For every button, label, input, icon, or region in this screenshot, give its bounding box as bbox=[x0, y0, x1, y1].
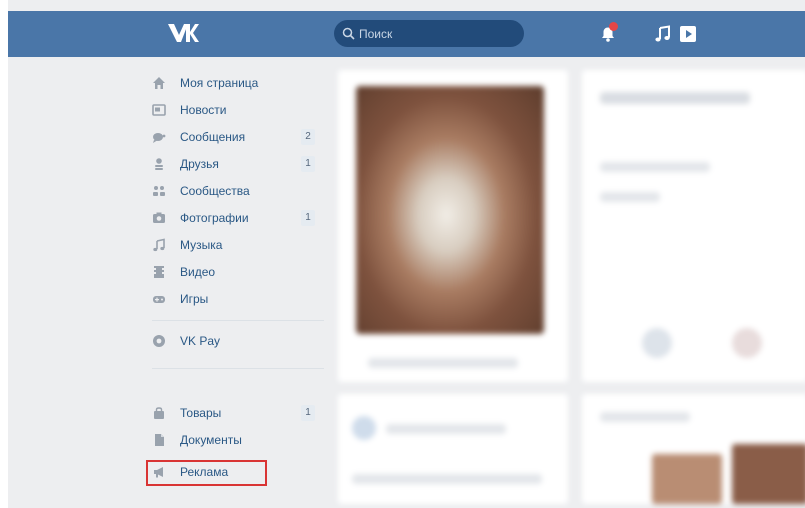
vk-logo[interactable] bbox=[166, 20, 200, 46]
camera-icon bbox=[152, 211, 166, 225]
placeholder-circle bbox=[352, 416, 376, 440]
messages-icon bbox=[152, 130, 166, 144]
placeholder-line bbox=[352, 474, 542, 484]
sidebar-item-communities[interactable]: Сообщества bbox=[144, 178, 324, 204]
sidebar-item-label: Игры bbox=[180, 292, 209, 306]
sidebar-item-label: Видео bbox=[180, 265, 216, 279]
search-input[interactable] bbox=[356, 20, 519, 47]
placeholder-circle bbox=[732, 328, 762, 358]
sidebar-item-label: Сообщения bbox=[180, 130, 246, 144]
music-note-icon bbox=[655, 25, 670, 42]
notification-badge bbox=[609, 22, 618, 31]
sidebar-item-vk-pay[interactable]: VK Pay bbox=[144, 328, 324, 354]
friends-icon bbox=[152, 157, 166, 171]
top-bar bbox=[8, 11, 805, 57]
sidebar-item-label: Друзья bbox=[180, 157, 219, 171]
sidebar-item-my-page[interactable]: Моя страница bbox=[144, 70, 324, 96]
sidebar-item-games[interactable]: Игры bbox=[144, 286, 324, 312]
posts-card bbox=[338, 394, 568, 504]
play-icon bbox=[680, 26, 696, 42]
sidebar-item-music[interactable]: Музыка bbox=[144, 232, 324, 258]
messages-count-badge: 2 bbox=[301, 129, 315, 145]
ads-highlight-frame bbox=[146, 460, 267, 486]
sidebar-item-friends[interactable]: Друзья 1 bbox=[144, 151, 324, 177]
placeholder-photo bbox=[732, 444, 805, 504]
placeholder-line bbox=[600, 192, 660, 202]
profile-info-card bbox=[582, 70, 805, 382]
vk-page: Моя страница Новости Сообщения 2 Друзья … bbox=[8, 0, 805, 508]
sidebar-item-label: Новости bbox=[180, 103, 227, 117]
placeholder-circle bbox=[642, 328, 672, 358]
photos-card bbox=[582, 394, 805, 504]
sidebar-item-label: Товары bbox=[180, 406, 222, 420]
document-icon bbox=[152, 433, 166, 447]
placeholder-line bbox=[368, 358, 518, 368]
photos-count-badge: 1 bbox=[301, 210, 315, 226]
sidebar-item-label: Фотографии bbox=[180, 211, 249, 225]
sidebar-item-label: Моя страница bbox=[180, 76, 259, 90]
placeholder-line bbox=[600, 162, 710, 172]
placeholder-line bbox=[600, 412, 690, 422]
placeholder-line bbox=[386, 424, 506, 434]
friends-count-badge: 1 bbox=[301, 156, 315, 172]
search-icon bbox=[342, 27, 355, 40]
profile-photo bbox=[356, 86, 544, 334]
sidebar-item-label: VK Pay bbox=[180, 334, 221, 348]
profile-content-blurred bbox=[338, 70, 805, 508]
shopping-bag-icon bbox=[152, 406, 166, 420]
sidebar-item-documents[interactable]: Документы bbox=[144, 427, 324, 453]
sidebar-item-messages[interactable]: Сообщения 2 bbox=[144, 124, 324, 150]
placeholder-line bbox=[600, 92, 750, 104]
sidebar-item-goods[interactable]: Товары 1 bbox=[144, 400, 324, 426]
vk-pay-icon bbox=[152, 334, 166, 348]
gamepad-icon bbox=[152, 292, 166, 306]
sidebar-item-label: Документы bbox=[180, 433, 242, 447]
sidebar-item-news[interactable]: Новости bbox=[144, 97, 324, 123]
goods-count-badge: 1 bbox=[301, 405, 315, 421]
avatar-card bbox=[338, 70, 568, 382]
player-button[interactable] bbox=[678, 24, 698, 44]
search-box[interactable] bbox=[334, 20, 524, 47]
sidebar-item-label: Музыка bbox=[180, 238, 223, 252]
placeholder-photo bbox=[652, 454, 722, 504]
sidebar-item-photos[interactable]: Фотографии 1 bbox=[144, 205, 324, 231]
video-icon bbox=[152, 265, 166, 279]
music-button[interactable] bbox=[653, 24, 673, 44]
notifications-button[interactable] bbox=[598, 22, 618, 44]
sidebar-item-video[interactable]: Видео bbox=[144, 259, 324, 285]
home-icon bbox=[152, 76, 166, 90]
sidebar-divider bbox=[152, 320, 324, 321]
sidebar-divider bbox=[152, 368, 324, 369]
sidebar-item-label: Сообщества bbox=[180, 184, 250, 198]
news-icon bbox=[152, 103, 166, 117]
communities-icon bbox=[152, 184, 166, 198]
music-note-icon bbox=[152, 238, 166, 252]
